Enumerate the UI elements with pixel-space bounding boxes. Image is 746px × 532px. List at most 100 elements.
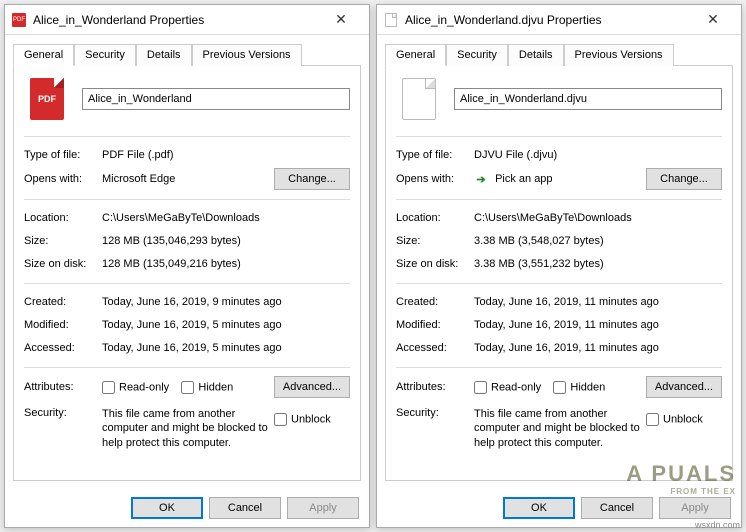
- attributes-label: Attributes:: [24, 381, 102, 393]
- size-value: 3.38 MB (3,548,027 bytes): [474, 235, 722, 247]
- advanced-button[interactable]: Advanced...: [646, 376, 722, 398]
- created-value: Today, June 16, 2019, 11 minutes ago: [474, 296, 722, 308]
- separator: [396, 283, 722, 284]
- properties-dialog-pdf: PDF Alice_in_Wonderland Properties ✕ Gen…: [4, 4, 370, 528]
- titlebar[interactable]: PDF Alice_in_Wonderland Properties ✕: [5, 5, 369, 35]
- pdf-icon: PDF: [30, 78, 64, 120]
- dialog-buttons: OK Cancel Apply: [5, 489, 369, 527]
- security-label: Security:: [24, 407, 102, 419]
- hidden-label: Hidden: [198, 381, 233, 393]
- file-icon: [402, 78, 436, 120]
- readonly-checkbox[interactable]: [474, 381, 487, 394]
- properties-dialog-djvu: Alice_in_Wonderland.djvu Properties ✕ Ge…: [376, 4, 742, 528]
- hidden-checkbox[interactable]: [553, 381, 566, 394]
- size-on-disk-label: Size on disk:: [24, 258, 102, 270]
- close-button[interactable]: ✕: [691, 6, 735, 34]
- opens-with-value: Microsoft Edge: [102, 173, 274, 185]
- modified-value: Today, June 16, 2019, 11 minutes ago: [474, 319, 722, 331]
- attributes-label: Attributes:: [396, 381, 474, 393]
- opens-with-text: Microsoft Edge: [102, 173, 175, 185]
- attributes-value: Read-only Hidden: [474, 381, 646, 394]
- location-label: Location:: [396, 212, 474, 224]
- separator: [24, 136, 350, 137]
- page-fold-icon: [425, 79, 435, 89]
- hidden-label: Hidden: [570, 381, 605, 393]
- filename-input[interactable]: [82, 88, 350, 110]
- tab-previous-versions[interactable]: Previous Versions: [564, 44, 674, 66]
- tab-security[interactable]: Security: [74, 44, 136, 66]
- separator: [396, 199, 722, 200]
- tab-details[interactable]: Details: [136, 44, 192, 66]
- apply-button[interactable]: Apply: [659, 497, 731, 519]
- accessed-value: Today, June 16, 2019, 11 minutes ago: [474, 342, 722, 354]
- window-title: Alice_in_Wonderland.djvu Properties: [405, 13, 691, 27]
- type-value: PDF File (.pdf): [102, 149, 350, 161]
- opens-with-label: Opens with:: [24, 173, 102, 185]
- accessed-label: Accessed:: [396, 342, 474, 354]
- opens-with-text: Pick an app: [495, 173, 552, 185]
- unblock-checkbox[interactable]: [274, 413, 287, 426]
- hidden-checkbox[interactable]: [181, 381, 194, 394]
- separator: [24, 283, 350, 284]
- tab-general[interactable]: General: [13, 44, 74, 66]
- security-text: This file came from another computer and…: [102, 407, 274, 450]
- apply-button[interactable]: Apply: [287, 497, 359, 519]
- unblock-label: Unblock: [663, 413, 703, 425]
- accessed-value: Today, June 16, 2019, 5 minutes ago: [102, 342, 350, 354]
- size-on-disk-value: 3.38 MB (3,551,232 bytes): [474, 258, 722, 270]
- opens-with-value: ➔ Pick an app: [474, 172, 646, 186]
- close-button[interactable]: ✕: [319, 6, 363, 34]
- readonly-label: Read-only: [119, 381, 169, 393]
- modified-value: Today, June 16, 2019, 5 minutes ago: [102, 319, 350, 331]
- type-label: Type of file:: [24, 149, 102, 161]
- created-value: Today, June 16, 2019, 9 minutes ago: [102, 296, 350, 308]
- tab-general[interactable]: General: [385, 44, 446, 66]
- ok-button[interactable]: OK: [131, 497, 203, 519]
- file-icon: PDF: [30, 78, 64, 120]
- generic-title-icon: [383, 12, 399, 28]
- security-text: This file came from another computer and…: [474, 407, 646, 450]
- tab-strip: General Security Details Previous Versio…: [377, 35, 741, 65]
- size-label: Size:: [24, 235, 102, 247]
- cancel-button[interactable]: Cancel: [209, 497, 281, 519]
- tab-details[interactable]: Details: [508, 44, 564, 66]
- type-value: DJVU File (.djvu): [474, 149, 722, 161]
- separator: [396, 367, 722, 368]
- size-on-disk-label: Size on disk:: [396, 258, 474, 270]
- security-label: Security:: [396, 407, 474, 419]
- filename-input[interactable]: [454, 88, 722, 110]
- tab-strip: General Security Details Previous Versio…: [5, 35, 369, 65]
- location-value: C:\Users\MeGaByTe\Downloads: [102, 212, 350, 224]
- size-on-disk-value: 128 MB (135,049,216 bytes): [102, 258, 350, 270]
- arrow-right-icon: ➔: [474, 172, 488, 186]
- unblock-label: Unblock: [291, 413, 331, 425]
- titlebar[interactable]: Alice_in_Wonderland.djvu Properties ✕: [377, 5, 741, 35]
- readonly-label: Read-only: [491, 381, 541, 393]
- tab-security[interactable]: Security: [446, 44, 508, 66]
- location-value: C:\Users\MeGaByTe\Downloads: [474, 212, 722, 224]
- location-label: Location:: [24, 212, 102, 224]
- dialog-buttons: OK Cancel Apply: [377, 489, 741, 527]
- unblock-checkbox[interactable]: [646, 413, 659, 426]
- separator: [24, 367, 350, 368]
- pdf-title-icon: PDF: [11, 12, 27, 28]
- window-title: Alice_in_Wonderland Properties: [33, 13, 319, 27]
- size-value: 128 MB (135,046,293 bytes): [102, 235, 350, 247]
- attributes-value: Read-only Hidden: [102, 381, 274, 394]
- advanced-button[interactable]: Advanced...: [274, 376, 350, 398]
- created-label: Created:: [24, 296, 102, 308]
- modified-label: Modified:: [24, 319, 102, 331]
- type-label: Type of file:: [396, 149, 474, 161]
- accessed-label: Accessed:: [24, 342, 102, 354]
- modified-label: Modified:: [396, 319, 474, 331]
- unblock-wrap: Unblock: [274, 407, 350, 426]
- separator: [24, 199, 350, 200]
- readonly-checkbox[interactable]: [102, 381, 115, 394]
- created-label: Created:: [396, 296, 474, 308]
- unblock-wrap: Unblock: [646, 407, 722, 426]
- change-button[interactable]: Change...: [646, 168, 722, 190]
- change-button[interactable]: Change...: [274, 168, 350, 190]
- cancel-button[interactable]: Cancel: [581, 497, 653, 519]
- tab-previous-versions[interactable]: Previous Versions: [192, 44, 302, 66]
- ok-button[interactable]: OK: [503, 497, 575, 519]
